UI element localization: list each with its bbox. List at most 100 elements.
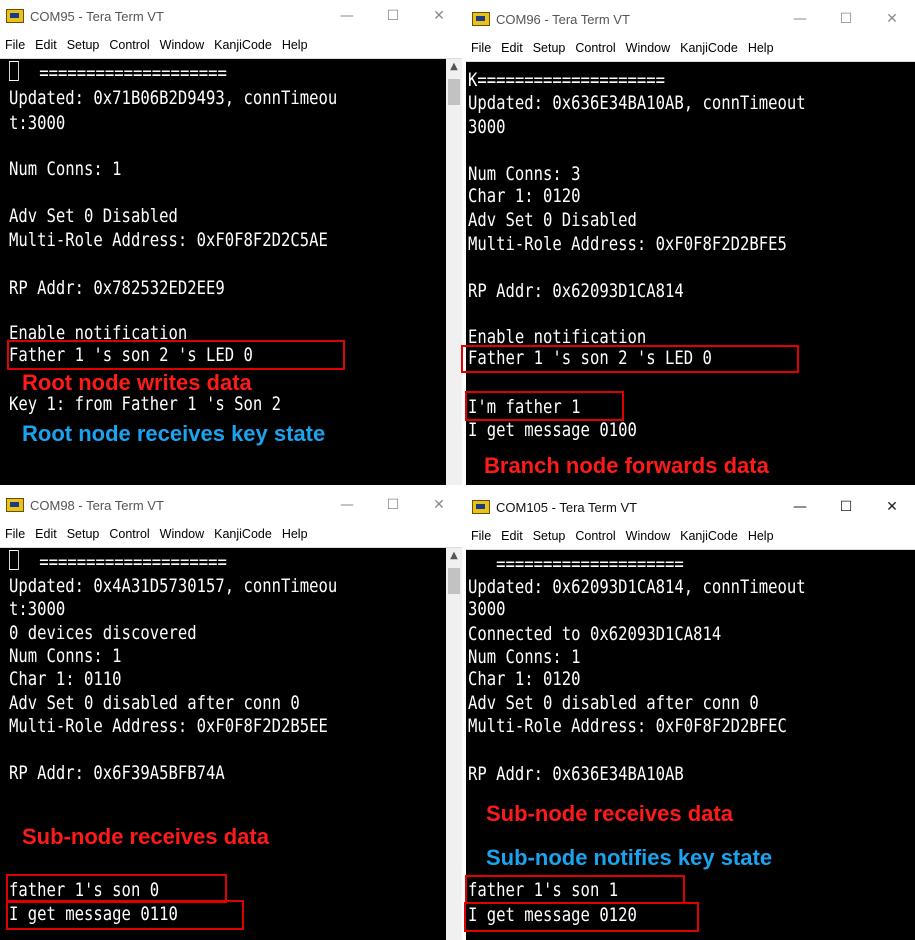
menu-kanjicode[interactable]: KanjiCode <box>675 529 743 543</box>
terminal-area[interactable]: K==================== Updated: 0x636E34B… <box>466 62 915 485</box>
menu-edit[interactable]: Edit <box>496 41 528 55</box>
minimize-button[interactable]: — <box>777 491 823 523</box>
maximize-button[interactable]: ☐ <box>370 0 416 32</box>
close-button[interactable]: ✕ <box>416 0 462 32</box>
terminal-line: 3000 <box>468 116 506 138</box>
annotation-label: Root node writes data <box>22 370 252 395</box>
menu-setup[interactable]: Setup <box>528 41 571 55</box>
teraterm-app-icon <box>472 12 490 26</box>
menu-control[interactable]: Control <box>104 38 154 52</box>
menu-window[interactable]: Window <box>155 527 209 541</box>
terminal-line: Multi-Role Address: 0xF0F8F2D2BFE5 <box>468 233 787 255</box>
menu-bar: File Edit Setup Control Window KanjiCode… <box>466 523 915 550</box>
terminal-line: Num Conns: 1 <box>9 645 122 667</box>
terminal-line: K==================== <box>468 69 665 91</box>
terminal-line: 3000 <box>468 598 506 620</box>
close-button[interactable]: ✕ <box>869 3 915 35</box>
terminal-line: Char 1: 0120 <box>468 185 581 207</box>
title-bar[interactable]: COM98 - Tera Term VT — ☐ ✕ <box>0 489 462 521</box>
menu-window[interactable]: Window <box>621 529 675 543</box>
terminal-line: Adv Set 0 Disabled <box>9 205 178 227</box>
menu-kanjicode[interactable]: KanjiCode <box>209 527 277 541</box>
menu-help[interactable]: Help <box>743 41 779 55</box>
menu-help[interactable]: Help <box>743 529 779 543</box>
menu-file[interactable]: File <box>466 529 496 543</box>
minimize-button[interactable]: — <box>777 3 823 35</box>
menu-window[interactable]: Window <box>621 41 675 55</box>
terminal-line: RP Addr: 0x62093D1CA814 <box>468 280 684 302</box>
highlight-box <box>6 900 244 930</box>
scroll-thumb[interactable] <box>448 79 460 105</box>
terminal-line: Updated: 0x62093D1CA814, connTimeout <box>468 576 806 598</box>
menu-setup[interactable]: Setup <box>62 38 105 52</box>
menu-edit[interactable]: Edit <box>30 38 62 52</box>
title-bar[interactable]: COM95 - Tera Term VT — ☐ ✕ <box>0 0 462 32</box>
scroll-up-arrow-icon[interactable]: ▲ <box>446 550 462 561</box>
menu-edit[interactable]: Edit <box>30 527 62 541</box>
menu-setup[interactable]: Setup <box>528 529 571 543</box>
window-title: COM98 - Tera Term VT <box>30 497 164 513</box>
menu-control[interactable]: Control <box>104 527 154 541</box>
maximize-button[interactable]: ☐ <box>823 491 869 523</box>
teraterm-app-icon <box>472 500 490 514</box>
highlight-box <box>465 875 685 904</box>
title-bar[interactable]: COM105 - Tera Term VT — ☐ ✕ <box>466 491 915 523</box>
terminal-line: Adv Set 0 disabled after conn 0 <box>468 692 759 714</box>
teraterm-app-icon <box>6 9 24 23</box>
menu-kanjicode[interactable]: KanjiCode <box>675 41 743 55</box>
terminal-line: Updated: 0x4A31D5730157, connTimeou <box>9 575 338 597</box>
window-title: COM105 - Tera Term VT <box>496 499 638 515</box>
terminal-window-com105: COM105 - Tera Term VT — ☐ ✕ File Edit Se… <box>466 491 915 940</box>
highlight-box <box>7 340 345 370</box>
menu-control[interactable]: Control <box>570 529 620 543</box>
menu-bar: File Edit Setup Control Window KanjiCode… <box>466 35 915 62</box>
close-button[interactable]: ✕ <box>869 491 915 523</box>
terminal-line: Updated: 0x71B06B2D9493, connTimeou <box>9 87 338 109</box>
terminal-line: Num Conns: 3 <box>468 163 581 185</box>
terminal-line: RP Addr: 0x636E34BA10AB <box>468 763 684 785</box>
maximize-button[interactable]: ☐ <box>823 3 869 35</box>
minimize-button[interactable]: — <box>324 489 370 521</box>
scroll-up-arrow-icon[interactable]: ▲ <box>446 61 462 72</box>
menu-control[interactable]: Control <box>570 41 620 55</box>
terminal-line: Num Conns: 1 <box>9 158 122 180</box>
terminal-line: Updated: 0x636E34BA10AB, connTimeout <box>468 92 806 114</box>
highlight-box <box>465 391 624 421</box>
menu-help[interactable]: Help <box>277 527 313 541</box>
terminal-line: ==================== <box>468 553 684 575</box>
terminal-line: t:3000 <box>9 598 66 620</box>
terminal-line: RP Addr: 0x782532ED2EE9 <box>9 277 225 299</box>
menu-setup[interactable]: Setup <box>62 527 105 541</box>
terminal-window-com95: COM95 - Tera Term VT — ☐ ✕ File Edit Set… <box>0 0 462 485</box>
minimize-button[interactable]: — <box>324 0 370 32</box>
menu-help[interactable]: Help <box>277 38 313 52</box>
annotation-label: Root node receives key state <box>22 421 326 446</box>
menu-file[interactable]: File <box>466 41 496 55</box>
window-title: COM96 - Tera Term VT <box>496 11 630 27</box>
terminal-window-com98: COM98 - Tera Term VT — ☐ ✕ File Edit Set… <box>0 489 462 940</box>
highlight-box <box>464 902 699 932</box>
annotation-label: Branch node forwards data <box>484 453 769 478</box>
terminal-line: ==================== <box>20 551 227 573</box>
terminal-line: Char 1: 0110 <box>9 668 122 690</box>
text-cursor <box>9 61 19 81</box>
scroll-thumb[interactable] <box>448 568 460 594</box>
terminal-line: Connected to 0x62093D1CA814 <box>468 623 722 645</box>
menu-edit[interactable]: Edit <box>496 529 528 543</box>
title-bar[interactable]: COM96 - Tera Term VT — ☐ ✕ <box>466 3 915 35</box>
highlight-box <box>6 874 227 903</box>
menu-bar: File Edit Setup Control Window KanjiCode… <box>0 521 462 548</box>
menu-window[interactable]: Window <box>155 38 209 52</box>
terminal-line: Num Conns: 1 <box>468 646 581 668</box>
vertical-scrollbar[interactable]: ▲ <box>446 59 462 485</box>
vertical-scrollbar[interactable]: ▲ <box>446 548 462 940</box>
close-button[interactable]: ✕ <box>416 489 462 521</box>
menu-file[interactable]: File <box>0 527 30 541</box>
menu-file[interactable]: File <box>0 38 30 52</box>
menu-kanjicode[interactable]: KanjiCode <box>209 38 277 52</box>
window-title: COM95 - Tera Term VT <box>30 8 164 24</box>
menu-bar: File Edit Setup Control Window KanjiCode… <box>0 32 462 59</box>
teraterm-app-icon <box>6 498 24 512</box>
maximize-button[interactable]: ☐ <box>370 489 416 521</box>
terminal-line: Multi-Role Address: 0xF0F8F2D2BFEC <box>468 715 787 737</box>
